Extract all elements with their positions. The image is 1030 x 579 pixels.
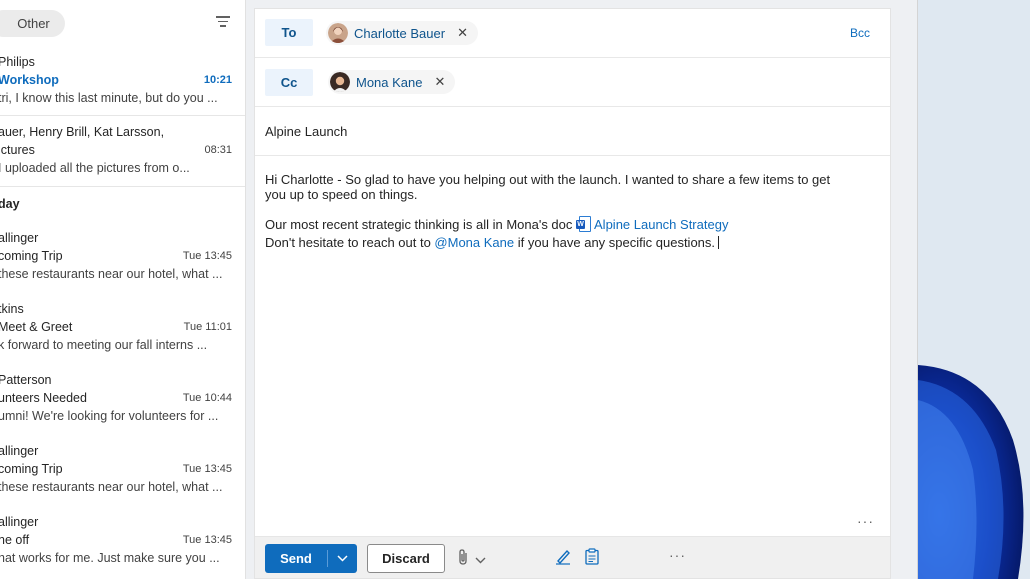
signature-icon[interactable]	[555, 548, 571, 568]
mention-link[interactable]: @Mona Kane	[434, 235, 514, 250]
message-time: Tue 10:44	[182, 392, 232, 404]
text-cursor	[718, 236, 720, 249]
group-header: day	[0, 197, 20, 211]
message-sender: tkins	[0, 302, 24, 316]
message-preview: these restaurants near our hotel, what .…	[0, 480, 223, 494]
message-subject: ictures	[0, 143, 35, 157]
divider	[0, 115, 245, 116]
send-button[interactable]: Send	[265, 544, 357, 573]
message-time: 10:21	[203, 74, 232, 86]
message-preview: hat works for me. Just make sure you ...	[0, 551, 220, 565]
body-text: Don't hesitate to reach out to	[265, 235, 435, 250]
message-sender: Philips	[0, 55, 35, 69]
message-sender: Patterson	[0, 373, 52, 387]
body-text: if you have any specific questions.	[514, 235, 716, 250]
message-preview: umni! We're looking for volunteers for .…	[0, 409, 219, 423]
filter-bar: Other	[0, 0, 245, 46]
compose-pane: To Charlotte Bauer ✕ Bcc Cc Mona Kane ✕	[254, 8, 891, 579]
to-row: To Charlotte Bauer ✕ Bcc	[255, 9, 890, 58]
message-time: Tue 13:45	[182, 534, 232, 546]
filter-icon[interactable]	[216, 16, 230, 28]
compose-toolbar: Send Discard ···	[255, 536, 890, 578]
more-options-icon[interactable]: ···	[669, 547, 686, 563]
message-subject: Workshop	[0, 73, 59, 87]
discard-button[interactable]: Discard	[367, 544, 445, 573]
message-time: 08:31	[204, 144, 232, 156]
remove-recipient-icon[interactable]: ✕	[435, 74, 446, 90]
message-preview: k forward to meeting our fall interns ..…	[0, 338, 208, 352]
remove-recipient-icon[interactable]: ✕	[457, 25, 468, 41]
subject-input[interactable]: Alpine Launch	[265, 124, 347, 139]
bcc-button[interactable]: Bcc	[850, 26, 870, 40]
message-sender: allinger	[0, 515, 39, 529]
message-list: Other Philips Workshop 10:21 tri, I know…	[0, 0, 246, 579]
message-subject: ne off	[0, 533, 30, 547]
recipient-chip[interactable]: Mona Kane ✕	[328, 70, 456, 94]
tab-other[interactable]: Other	[0, 10, 65, 37]
cc-button[interactable]: Cc	[265, 69, 313, 96]
recipient-chip[interactable]: Charlotte Bauer ✕	[326, 21, 478, 45]
recipient-name: Charlotte Bauer	[354, 25, 446, 41]
recipient-name: Mona Kane	[356, 74, 423, 90]
doc-link[interactable]: Alpine Launch Strategy	[594, 217, 728, 232]
avatar	[330, 72, 350, 92]
message-subject: unteers Needed	[0, 391, 87, 405]
message-sender: allinger	[0, 231, 39, 245]
body-paragraph: Don't hesitate to reach out to @Mona Kan…	[265, 235, 845, 250]
desktop-wallpaper	[917, 0, 1030, 579]
message-preview: I uploaded all the pictures from o...	[0, 161, 190, 175]
avatar	[328, 23, 348, 43]
message-time: Tue 13:45	[182, 463, 232, 475]
message-preview: tri, I know this last minute, but do you…	[0, 91, 218, 105]
message-subject: Meet & Greet	[0, 320, 73, 334]
body-paragraph: Hi Charlotte - So glad to have you helpi…	[265, 172, 831, 202]
cc-row: Cc Mona Kane ✕	[255, 58, 890, 107]
chevron-down-icon[interactable]	[328, 544, 357, 573]
attach-icon[interactable]	[457, 548, 469, 569]
message-time: Tue 11:01	[183, 321, 232, 333]
subject-row: Alpine Launch	[255, 107, 890, 156]
body-text: Our most recent strategic thinking is al…	[265, 217, 577, 232]
message-preview: these restaurants near our hotel, what .…	[0, 267, 223, 281]
more-options-icon[interactable]: ···	[857, 513, 874, 529]
message-subject: coming Trip	[0, 249, 63, 263]
divider	[0, 186, 245, 187]
message-body[interactable]: Hi Charlotte - So glad to have you helpi…	[265, 172, 845, 250]
body-paragraph: Our most recent strategic thinking is al…	[265, 216, 845, 232]
send-label: Send	[280, 551, 312, 566]
message-sender: allinger	[0, 444, 39, 458]
to-button[interactable]: To	[265, 19, 313, 46]
message-subject: coming Trip	[0, 462, 63, 476]
message-sender: auer, Henry Brill, Kat Larsson,	[0, 125, 165, 139]
wallpaper-bloom	[918, 365, 1024, 579]
chevron-down-icon[interactable]	[475, 552, 486, 567]
message-time: Tue 13:45	[182, 250, 232, 262]
clipboard-icon[interactable]	[585, 548, 599, 568]
word-doc-icon: W	[576, 216, 592, 232]
